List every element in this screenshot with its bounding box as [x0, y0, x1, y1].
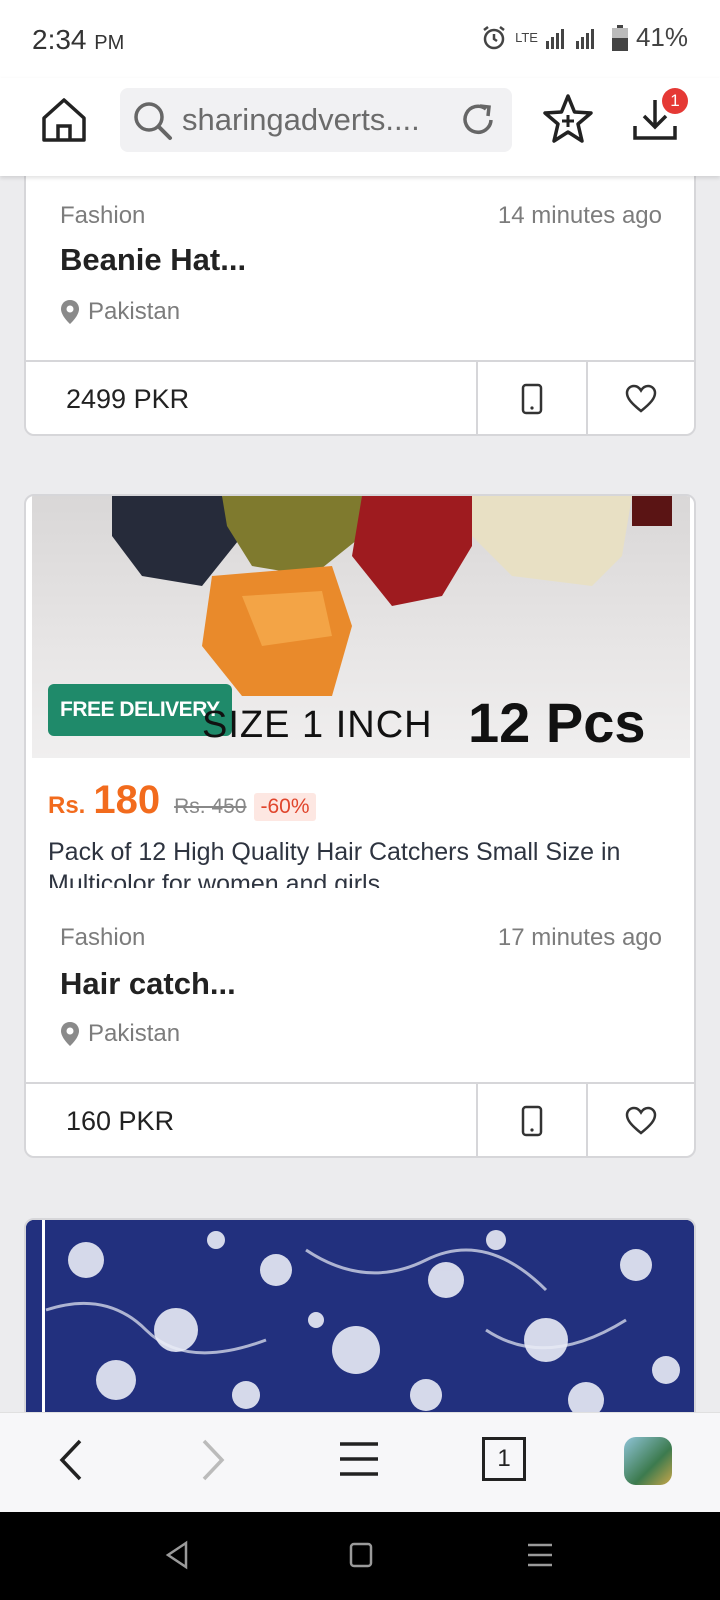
listing-meta: Fashion 14 minutes ago — [60, 202, 662, 230]
system-home-button[interactable] — [348, 1540, 374, 1575]
forward-arrow-icon — [202, 1439, 225, 1481]
add-bookmark-icon[interactable] — [540, 92, 596, 148]
tab-count: 1 — [482, 1437, 526, 1481]
square-home-icon — [349, 1542, 373, 1568]
reload-icon[interactable] — [458, 100, 498, 140]
alarm-icon — [483, 25, 505, 49]
call-button[interactable] — [478, 362, 588, 434]
recents-icon — [528, 1543, 552, 1567]
clock-time: 2:34 — [32, 24, 87, 55]
listing-price: 160 PKR — [26, 1084, 478, 1156]
avatar — [624, 1437, 672, 1485]
image-caption-size: SIZE 1 INCH — [202, 704, 433, 746]
back-button[interactable] — [56, 1437, 86, 1488]
browser-bottom-bar: 1 — [0, 1412, 720, 1512]
listing-time: 14 minutes ago — [497, 202, 662, 229]
listing-location: Pakistan — [60, 298, 180, 326]
listing-meta: Fashion 17 minutes ago — [60, 924, 662, 952]
heart-icon — [625, 384, 657, 413]
status-icons: LTE 41% — [481, 22, 688, 53]
heart-icon — [625, 1106, 657, 1135]
listing-category: Fashion — [60, 924, 146, 951]
listing-card[interactable]: Fashion 14 minutes ago Beanie Hat... Pak… — [24, 176, 696, 436]
listing-time: 17 minutes ago — [497, 924, 662, 951]
listing-title[interactable]: Hair catch... — [60, 966, 236, 1002]
back-arrow-icon — [59, 1439, 82, 1481]
listing-category: Fashion — [60, 202, 146, 229]
original-price: Rs. 450 — [174, 795, 247, 818]
system-nav-bar — [0, 1512, 720, 1600]
listing-location: Pakistan — [60, 1020, 180, 1048]
promo-price: Rs. 180 Rs. 450 -60% — [48, 778, 316, 823]
discount-badge: -60% — [254, 793, 316, 821]
signal-icon — [545, 28, 594, 49]
system-back-button[interactable] — [164, 1540, 190, 1575]
listing-feed[interactable]: Fashion 14 minutes ago Beanie Hat... Pak… — [0, 176, 720, 1412]
location-pin-icon — [61, 300, 79, 324]
tabs-button[interactable]: 1 — [482, 1437, 526, 1481]
listing-image[interactable] — [26, 1220, 694, 1412]
listing-card[interactable] — [24, 1218, 696, 1412]
forward-button[interactable] — [198, 1437, 228, 1488]
battery-icon — [611, 24, 628, 51]
downloads-badge: 1 — [662, 88, 688, 114]
promo-value: 180 — [93, 778, 161, 822]
listing-title[interactable]: Beanie Hat... — [60, 242, 246, 278]
triangle-back-icon — [165, 1540, 188, 1570]
location-text: Pakistan — [88, 1020, 181, 1047]
phone-icon — [521, 383, 543, 415]
location-pin-icon — [61, 1022, 79, 1046]
address-bar[interactable]: sharingadverts.... — [120, 88, 512, 152]
phone-icon — [521, 1105, 543, 1137]
menu-button[interactable] — [338, 1441, 380, 1482]
browser-toolbar: sharingadverts.... 1 — [0, 78, 720, 176]
clock-ampm: PM — [94, 32, 125, 54]
search-icon — [134, 102, 172, 140]
profile-button[interactable] — [624, 1437, 672, 1485]
clock: 2:34 PM — [32, 24, 124, 56]
system-recents-button[interactable] — [526, 1540, 554, 1575]
battery-percent: 41% — [635, 22, 688, 52]
menu-icon — [340, 1442, 378, 1476]
listing-description[interactable]: Pack of 12 High Quality Hair Catchers Sm… — [48, 836, 668, 888]
status-bar: 2:34 PM LTE 41% — [0, 0, 720, 78]
favorite-button[interactable] — [588, 362, 694, 434]
listing-image[interactable]: FREE DELIVERY SIZE 1 INCH 12 Pcs — [32, 496, 690, 758]
favorite-button[interactable] — [588, 1084, 694, 1156]
floral-fabric-photo — [26, 1220, 694, 1412]
url-text: sharingadverts.... — [182, 102, 420, 137]
call-button[interactable] — [478, 1084, 588, 1156]
image-caption-count: 12 Pcs — [468, 691, 646, 754]
home-icon[interactable] — [38, 94, 90, 146]
network-type: LTE — [515, 30, 538, 45]
promo-currency: Rs. — [48, 792, 86, 819]
listing-price: 2499 PKR — [26, 362, 478, 434]
listing-card[interactable]: FREE DELIVERY SIZE 1 INCH 12 Pcs Rs. 180… — [24, 494, 696, 1158]
listing-action-bar: 2499 PKR — [26, 360, 694, 434]
listing-action-bar: 160 PKR — [26, 1082, 694, 1156]
location-text: Pakistan — [88, 298, 181, 325]
